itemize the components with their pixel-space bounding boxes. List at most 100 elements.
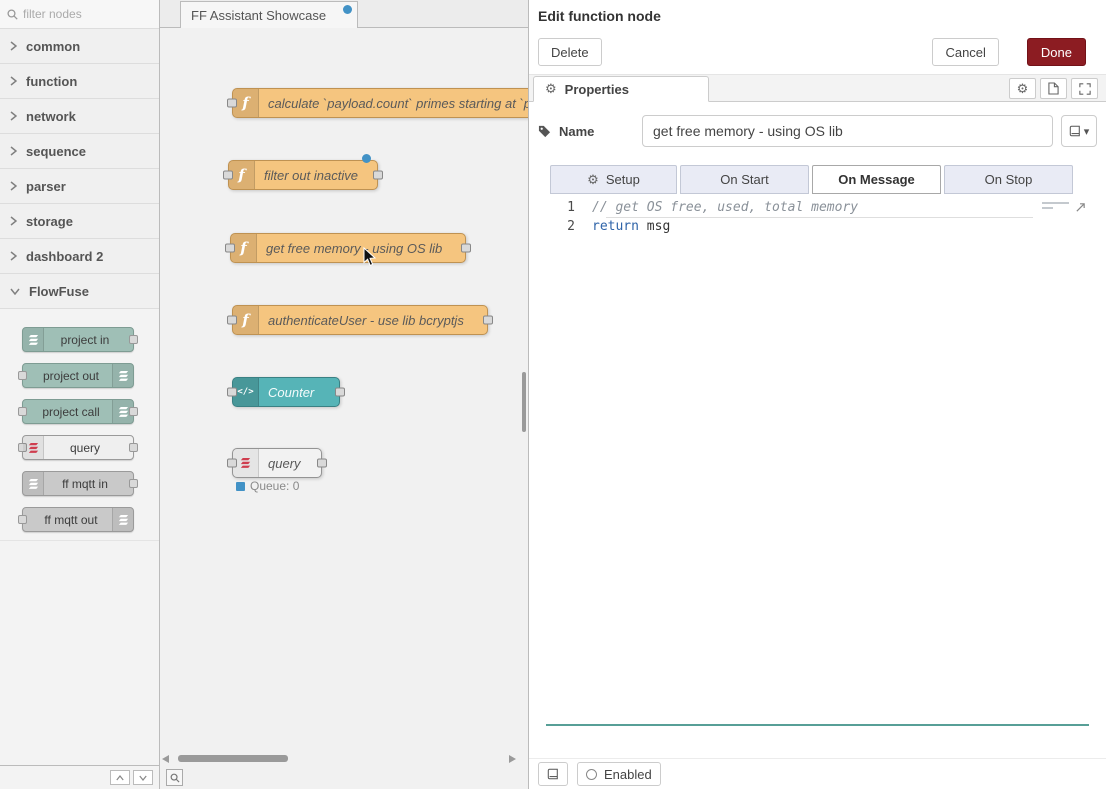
name-field-row: Name ▾ — [529, 102, 1106, 160]
category-label: sequence — [26, 144, 86, 159]
function-editor-tabs: ⚙ Setup On Start On Message On Stop — [529, 160, 1106, 194]
node-input-port[interactable] — [225, 244, 235, 253]
gear-icon: ⚙ — [587, 172, 599, 188]
node-input-port[interactable] — [227, 388, 237, 397]
library-button[interactable] — [538, 762, 568, 786]
editor-minimap — [1042, 202, 1069, 212]
palette-node-ff-mqtt-out[interactable]: ff mqtt out — [22, 507, 134, 532]
name-input[interactable] — [642, 115, 1053, 147]
plain-token: msg — [639, 219, 670, 234]
node-label: query — [259, 456, 312, 471]
collapse-categories-button[interactable] — [110, 770, 130, 785]
palette-node-label: project in — [47, 333, 110, 347]
code-line: 2 return msg — [546, 217, 1089, 236]
name-field-label: Name — [538, 124, 634, 139]
node-label: get free memory - using OS lib — [257, 241, 453, 256]
chevron-right-icon — [10, 251, 17, 261]
node-input-port[interactable] — [227, 459, 237, 468]
palette-filter-input[interactable] — [23, 7, 152, 21]
tab-on-stop[interactable]: On Stop — [944, 165, 1073, 194]
node-label: authenticateUser - use lib bcryptjs — [259, 313, 475, 328]
palette-node-ff-mqtt-in[interactable]: ff mqtt in — [22, 471, 134, 496]
palette-node-project-out[interactable]: project out — [22, 363, 134, 388]
palette-node-project-in[interactable]: project in — [22, 327, 134, 352]
library-dropdown-button[interactable]: ▾ — [1061, 115, 1097, 147]
palette-search — [0, 0, 159, 29]
canvas-vertical-scrollbar[interactable] — [520, 28, 528, 789]
palette-node-query[interactable]: query — [22, 435, 134, 460]
flow-node-calculate-primes[interactable]: f calculate `payload.count` primes start… — [232, 88, 528, 118]
palette-category-function[interactable]: function — [0, 64, 159, 99]
flow-node-filter-out-inactive[interactable]: f filter out inactive — [228, 160, 378, 190]
expand-arrow-icon — [1075, 202, 1086, 213]
enabled-toggle-button[interactable]: Enabled — [577, 762, 661, 786]
done-button[interactable]: Done — [1027, 38, 1086, 66]
flow-canvas[interactable]: f calculate `payload.count` primes start… — [160, 28, 528, 789]
canvas-horizontal-scrollbar[interactable] — [162, 754, 516, 765]
palette-category-flowfuse[interactable]: FlowFuse — [0, 274, 159, 309]
status-text: Queue: 0 — [250, 479, 299, 493]
flow-node-authenticate-user[interactable]: f authenticateUser - use lib bcryptjs — [232, 305, 488, 335]
chevron-right-icon — [10, 216, 17, 226]
chevron-right-icon — [10, 41, 17, 51]
node-output-port[interactable] — [335, 388, 345, 397]
panel-title: Edit function node — [529, 0, 1106, 30]
node-input-port[interactable] — [227, 99, 237, 108]
vertical-scroll-thumb[interactable] — [522, 372, 526, 432]
tab-properties[interactable]: ⚙ Properties — [533, 76, 709, 102]
palette-node-label: ff mqtt in — [48, 477, 108, 491]
tab-on-start[interactable]: On Start — [680, 165, 809, 194]
minimap-line — [1042, 207, 1053, 209]
tab-on-message[interactable]: On Message — [812, 165, 941, 194]
code-editor[interactable]: 1 // get OS free, used, total memory 2 r… — [546, 198, 1089, 726]
current-line-border — [606, 217, 1033, 218]
flow-tab-ff-assistant-showcase[interactable]: FF Assistant Showcase — [180, 1, 358, 28]
expand-editor-button[interactable] — [1073, 200, 1087, 214]
category-label: parser — [26, 179, 66, 194]
scroll-left-arrow[interactable] — [162, 755, 169, 763]
workspace-tabbar: FF Assistant Showcase — [160, 0, 528, 28]
tab-setup[interactable]: ⚙ Setup — [550, 165, 677, 194]
search-flows-button[interactable] — [166, 769, 183, 786]
flow-node-counter[interactable]: </> Counter — [232, 377, 340, 407]
panel-buttons: Delete Cancel Done — [529, 30, 1106, 74]
palette-category-network[interactable]: network — [0, 99, 159, 134]
node-label: calculate `payload.count` primes startin… — [259, 96, 528, 111]
properties-tabbar: ⚙ Properties ⚙ — [529, 74, 1106, 102]
palette-category-common[interactable]: common — [0, 29, 159, 64]
node-settings-button[interactable]: ⚙ — [1009, 78, 1036, 99]
flow-node-query[interactable]: query — [232, 448, 322, 478]
delete-button[interactable]: Delete — [538, 38, 602, 66]
chevron-right-icon — [10, 181, 17, 191]
tag-icon — [538, 125, 551, 138]
node-appearance-button[interactable] — [1071, 78, 1098, 99]
panel-footer: Enabled — [529, 758, 1106, 789]
gear-icon: ⚙ — [1017, 81, 1029, 97]
cancel-button[interactable]: Cancel — [932, 38, 998, 66]
palette-footer — [0, 765, 159, 789]
toggle-circle-icon — [586, 769, 597, 780]
node-label: filter out inactive — [255, 168, 369, 183]
node-output-port[interactable] — [483, 316, 493, 325]
palette-category-parser[interactable]: parser — [0, 169, 159, 204]
node-output-port[interactable] — [461, 244, 471, 253]
flowfuse-icon — [112, 508, 133, 531]
minimap-line — [1042, 202, 1069, 204]
palette-category-storage[interactable]: storage — [0, 204, 159, 239]
node-input-port[interactable] — [227, 316, 237, 325]
caret-down-icon: ▾ — [1084, 125, 1090, 138]
horizontal-scroll-thumb[interactable] — [178, 755, 288, 762]
flowfuse-icon — [23, 328, 44, 351]
node-input-port[interactable] — [223, 171, 233, 180]
flow-node-get-free-memory[interactable]: f get free memory - using OS lib — [230, 233, 466, 263]
scroll-right-arrow[interactable] — [509, 755, 516, 763]
node-output-port[interactable] — [317, 459, 327, 468]
palette-node-project-call[interactable]: project call — [22, 399, 134, 424]
category-label: storage — [26, 214, 73, 229]
expand-categories-button[interactable] — [133, 770, 153, 785]
node-output-port[interactable] — [373, 171, 383, 180]
category-label: network — [26, 109, 76, 124]
palette-category-dashboard-2[interactable]: dashboard 2 — [0, 239, 159, 274]
palette-category-sequence[interactable]: sequence — [0, 134, 159, 169]
node-description-button[interactable] — [1040, 78, 1067, 99]
